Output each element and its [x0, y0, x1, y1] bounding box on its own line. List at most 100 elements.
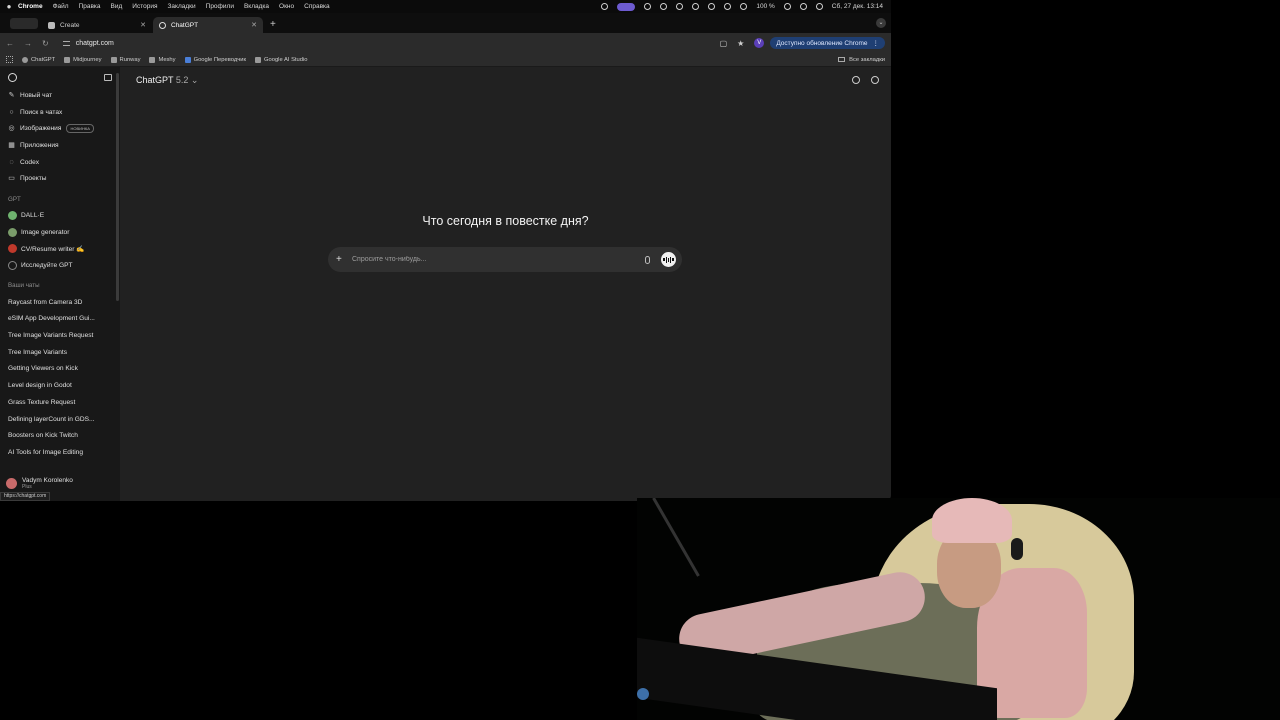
ai-studio-icon: [255, 56, 261, 63]
all-bookmarks-label: Все закладки: [849, 56, 885, 63]
menu-history[interactable]: История: [132, 3, 157, 10]
add-attachment-button[interactable]: +: [336, 254, 346, 265]
status-icon[interactable]: [644, 3, 652, 10]
chat-list-item[interactable]: Grass Texture Request: [0, 394, 120, 411]
bookmark-midjourney[interactable]: Midjourney: [64, 56, 102, 63]
apps-grid-icon[interactable]: [6, 56, 13, 63]
bookmark-label: Google AI Studio: [264, 56, 308, 63]
bluetooth-icon[interactable]: [708, 3, 716, 10]
battery-percent[interactable]: 100 %: [756, 3, 774, 10]
close-icon[interactable]: ✕: [140, 21, 146, 29]
page-title: Что сегодня в повестке дня?: [422, 214, 589, 228]
status-icon[interactable]: [601, 3, 609, 10]
gpt-label: DALL·E: [21, 211, 45, 219]
temporary-chat-icon[interactable]: [871, 76, 879, 84]
tab-title: Create: [60, 21, 80, 29]
gpt-label: CV/Resume writer ✍️: [21, 245, 85, 253]
wifi-icon[interactable]: [783, 3, 791, 10]
chat-list-item[interactable]: Level design in Godot: [0, 377, 120, 394]
reload-button[interactable]: ↻: [42, 39, 49, 48]
gpt-item-explore[interactable]: Исследуйте GPT: [0, 257, 120, 274]
clock[interactable]: Сб, 27 дек. 13:14: [832, 3, 883, 10]
user-profile-button[interactable]: Vadym Korolenko Plus: [0, 473, 120, 493]
chat-list-item[interactable]: Getting Viewers on Kick: [0, 361, 120, 378]
voice-mode-button[interactable]: [661, 252, 676, 267]
apple-icon[interactable]: ●: [0, 2, 18, 11]
gpt-item-cv-writer[interactable]: CV/Resume writer ✍️: [0, 241, 120, 258]
bookmark-google-translate[interactable]: Google Переводчик: [184, 56, 246, 63]
gpt-label: Исследуйте GPT: [21, 262, 73, 270]
mic-arm: [652, 498, 700, 577]
openai-logo-icon[interactable]: [8, 72, 17, 82]
menu-window[interactable]: Окно: [279, 3, 294, 10]
chat-list-item[interactable]: Tree Image Variants: [0, 344, 120, 361]
menu-profiles[interactable]: Профили: [206, 3, 234, 10]
sidebar-item-search[interactable]: ○ Поиск в чатах: [0, 104, 120, 121]
tab-create[interactable]: Create ✕: [42, 17, 152, 33]
tab-list-chevron-icon[interactable]: ⌄: [876, 18, 886, 28]
address-bar[interactable]: chatgpt.com: [59, 36, 720, 51]
webcam-overlay: [637, 498, 1280, 720]
sidebar-item-new-chat[interactable]: ✎ Новый чат: [0, 87, 120, 104]
bookmark-star-icon[interactable]: ★: [737, 39, 744, 48]
microphone-icon[interactable]: [645, 255, 650, 264]
status-icon[interactable]: [660, 3, 668, 10]
bookmark-chatgpt[interactable]: ChatGPT: [22, 56, 55, 63]
chatgpt-page: ✎ Новый чат ○ Поиск в чатах ◎ Изображени…: [0, 67, 891, 501]
chat-list-item[interactable]: Boosters on Kick Twitch: [0, 427, 120, 444]
new-tab-button[interactable]: +: [270, 19, 276, 30]
share-user-icon[interactable]: [852, 76, 860, 84]
search-icon[interactable]: [799, 3, 807, 10]
all-bookmarks-button[interactable]: Все закладки: [838, 57, 885, 63]
tab-search-button[interactable]: [10, 18, 38, 29]
model-selector[interactable]: ChatGPT 5.2 ⌄: [136, 75, 198, 86]
user-plan: Plus: [22, 483, 32, 490]
bookmark-meshy[interactable]: Meshy: [149, 56, 176, 63]
bookmark-google-ai-studio[interactable]: Google AI Studio: [255, 56, 308, 63]
sidebar-header: [0, 67, 120, 87]
menu-help[interactable]: Справка: [304, 3, 330, 10]
sidebar-scrollbar[interactable]: [116, 73, 119, 301]
chrome-update-button[interactable]: Доступно обновление Chrome ⋮: [770, 37, 885, 49]
macos-menu-bar: ● Chrome Файл Правка Вид История Закладк…: [0, 0, 891, 13]
menu-app-name[interactable]: Chrome: [18, 3, 43, 10]
menu-file[interactable]: Файл: [53, 3, 69, 10]
bookmark-runway[interactable]: Runway: [110, 56, 140, 63]
menu-view[interactable]: Вид: [111, 3, 123, 10]
menu-bookmarks[interactable]: Закладки: [168, 3, 196, 10]
gpt-item-dalle[interactable]: DALL·E: [0, 207, 120, 224]
apps-icon: ▦: [8, 141, 15, 149]
profile-avatar[interactable]: V: [754, 38, 765, 48]
chat-list-item[interactable]: Defining layerCount in GDS...: [0, 411, 120, 428]
sidebar-item-projects[interactable]: ▭ Проекты: [0, 170, 120, 187]
input-source-icon[interactable]: [740, 3, 748, 10]
favicon-icon: [48, 21, 55, 29]
forward-button[interactable]: →: [24, 39, 32, 48]
screen-record-icon[interactable]: [617, 2, 636, 11]
status-icon[interactable]: [692, 3, 700, 10]
url-text[interactable]: chatgpt.com: [76, 40, 114, 47]
sidebar-item-label: Приложения: [20, 141, 59, 149]
prompt-input[interactable]: [352, 256, 645, 263]
status-icon[interactable]: [676, 3, 684, 10]
tab-chatgpt[interactable]: ChatGPT ✕: [153, 17, 263, 33]
sidebar-item-codex[interactable]: ◌ Codex: [0, 154, 120, 171]
page-icon[interactable]: ▢: [720, 39, 728, 48]
chevron-down-icon: ⌄: [190, 75, 199, 85]
toggle-sidebar-icon[interactable]: [104, 73, 112, 81]
chat-list-item[interactable]: Tree Image Variants Request: [0, 327, 120, 344]
headphones-icon[interactable]: [724, 3, 732, 10]
control-center-icon[interactable]: [815, 3, 823, 10]
menu-tab[interactable]: Вкладка: [244, 3, 269, 10]
gpt-item-image-generator[interactable]: Image generator: [0, 224, 120, 241]
back-button[interactable]: ←: [6, 39, 14, 48]
chat-list-item[interactable]: Raycast from Camera 3D: [0, 294, 120, 311]
sidebar-item-apps[interactable]: ▦ Приложения: [0, 137, 120, 154]
chat-list-item[interactable]: eSIM App Development Gui...: [0, 311, 120, 328]
site-info-icon[interactable]: [62, 40, 70, 46]
sidebar-item-images[interactable]: ◎ Изображения НОВИНКА: [0, 120, 120, 137]
chatgpt-icon: [22, 56, 28, 63]
menu-edit[interactable]: Правка: [79, 3, 101, 10]
chat-list-item[interactable]: AI Tools for Image Editing: [0, 444, 120, 461]
close-icon[interactable]: ✕: [251, 21, 257, 29]
